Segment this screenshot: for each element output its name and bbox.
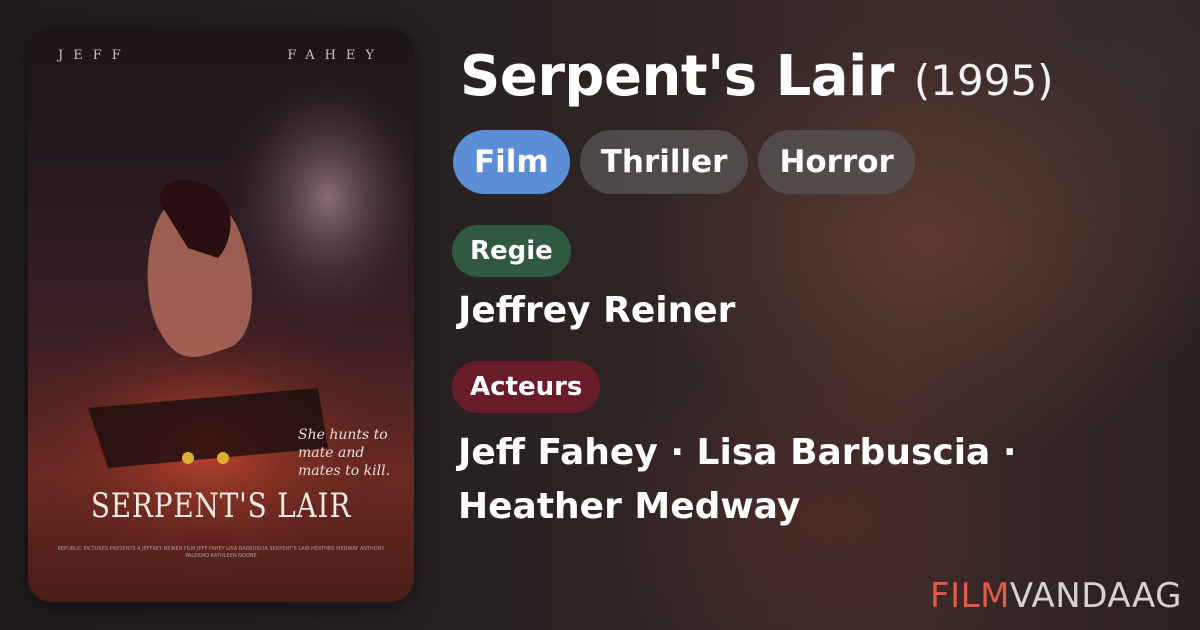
movie-title: Serpent's Lair (460, 44, 894, 109)
cast-list[interactable]: Jeff Fahey · Lisa Barbuscia · Heather Me… (458, 426, 1158, 534)
brand-part-film: FILM (930, 576, 1010, 616)
title-row: Serpent's Lair (1995) (460, 44, 1054, 109)
poster-actor-last: FAHEY (287, 48, 384, 63)
genre-pill-thriller[interactable]: Thriller (579, 130, 749, 194)
poster-credits: REPUBLIC PICTURES PRESENTS A JEFFREY REI… (57, 546, 385, 559)
brand-logo[interactable]: FILM VANDAAG (930, 576, 1182, 616)
director-name[interactable]: Jeffrey Reiner (458, 290, 735, 331)
poster-title: SERPENT'S LAIR (90, 486, 352, 526)
movie-poster: JEFF FAHEY She hunts to mate and mates t… (28, 28, 414, 602)
movie-year: (1995) (913, 56, 1054, 105)
genre-pill-horror[interactable]: Horror (758, 130, 915, 194)
cast-label: Acteurs (452, 361, 601, 413)
poster-tagline: She hunts to mate and mates to kill. (298, 427, 391, 479)
poster-actor-first: JEFF (58, 48, 131, 63)
poster-actor-name: JEFF FAHEY (28, 48, 414, 63)
director-label: Regie (452, 225, 571, 277)
genre-pill-film[interactable]: Film (453, 130, 570, 194)
brand-part-vandaag: VANDAAG (1009, 576, 1182, 616)
genre-list: Film Thriller Horror (453, 130, 915, 194)
